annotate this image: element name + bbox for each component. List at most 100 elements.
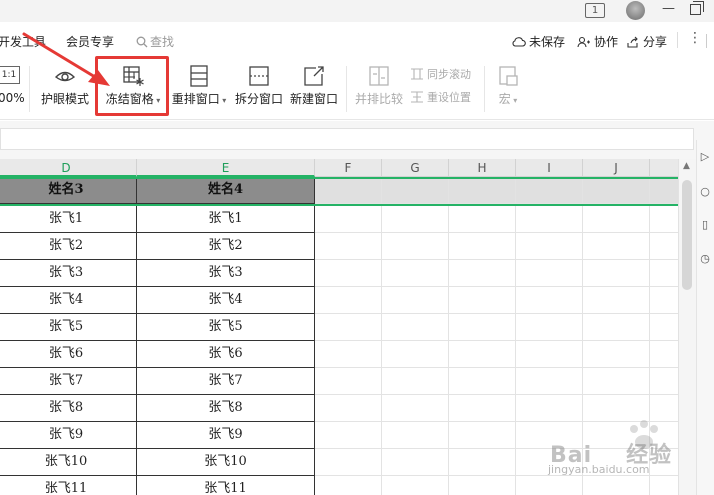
empty-cell[interactable] (583, 206, 650, 233)
empty-cell[interactable] (583, 177, 650, 204)
empty-cell[interactable] (516, 260, 583, 287)
empty-cell[interactable] (382, 368, 449, 395)
scrollbar-thumb[interactable] (682, 180, 692, 290)
empty-cell[interactable] (315, 341, 382, 368)
empty-cell[interactable] (516, 233, 583, 260)
empty-cell[interactable] (516, 314, 583, 341)
empty-cell[interactable] (583, 314, 650, 341)
arrange-windows-button[interactable]: 重排窗口 ▾ (170, 58, 228, 118)
empty-cell[interactable] (315, 287, 382, 314)
empty-cell[interactable] (315, 449, 382, 476)
column-header-i[interactable]: I (516, 159, 583, 177)
empty-cell[interactable] (516, 341, 583, 368)
table-cell[interactable]: 张飞11 (0, 476, 137, 495)
empty-cell[interactable] (650, 177, 678, 204)
share-button[interactable]: 分享 (626, 33, 667, 50)
table-cell[interactable]: 张飞8 (0, 395, 137, 422)
empty-cell[interactable] (449, 260, 516, 287)
sheet-tool-icon[interactable]: ▯ (699, 218, 711, 232)
empty-cell[interactable] (583, 368, 650, 395)
table-cell[interactable]: 张飞9 (0, 422, 137, 449)
empty-cell[interactable] (449, 368, 516, 395)
empty-cell[interactable] (315, 260, 382, 287)
table-cell[interactable]: 张飞1 (137, 206, 315, 233)
empty-cell[interactable] (449, 206, 516, 233)
table-cell[interactable]: 张飞10 (137, 449, 315, 476)
empty-cell[interactable] (650, 314, 678, 341)
search-field[interactable]: 查找 (136, 33, 174, 50)
zoom-1to1-button[interactable]: 1:1 (0, 66, 20, 84)
table-cell[interactable]: 张飞8 (137, 395, 315, 422)
empty-cell[interactable] (382, 314, 449, 341)
table-cell[interactable]: 张飞3 (0, 260, 137, 287)
table-cell[interactable]: 张飞11 (137, 476, 315, 495)
empty-cell[interactable] (583, 287, 650, 314)
empty-cell[interactable] (516, 206, 583, 233)
table-cell[interactable]: 张飞2 (0, 233, 137, 260)
table-cell[interactable]: 张飞5 (137, 314, 315, 341)
empty-cell[interactable] (650, 368, 678, 395)
empty-cell[interactable] (382, 206, 449, 233)
empty-cell[interactable] (315, 368, 382, 395)
table-cell[interactable]: 张飞7 (0, 368, 137, 395)
header-cell[interactable]: 姓名3 (0, 177, 137, 204)
clock-icon[interactable]: ◷ (699, 252, 711, 266)
table-cell[interactable]: 张飞5 (0, 314, 137, 341)
empty-cell[interactable] (315, 395, 382, 422)
empty-cell[interactable] (382, 395, 449, 422)
minimize-icon[interactable]: — (662, 1, 675, 16)
empty-cell[interactable] (382, 260, 449, 287)
new-window-button[interactable]: 新建窗口 (288, 58, 340, 118)
column-header-k[interactable] (650, 159, 678, 177)
empty-cell[interactable] (315, 177, 382, 204)
empty-cell[interactable] (449, 449, 516, 476)
empty-cell[interactable] (516, 177, 583, 204)
empty-cell[interactable] (650, 206, 678, 233)
style-tool-icon[interactable]: ○ (699, 185, 711, 199)
empty-cell[interactable] (449, 177, 516, 204)
empty-cell[interactable] (650, 341, 678, 368)
formula-input[interactable] (0, 128, 694, 150)
split-window-button[interactable]: 拆分窗口 (234, 58, 284, 118)
collab-button[interactable]: 协作 (577, 33, 618, 50)
empty-cell[interactable] (650, 260, 678, 287)
column-header-j[interactable]: J (583, 159, 650, 177)
header-cell[interactable]: 姓名4 (137, 177, 315, 204)
restore-window-icon[interactable] (690, 1, 704, 15)
table-cell[interactable]: 张飞4 (137, 287, 315, 314)
table-cell[interactable]: 张飞9 (137, 422, 315, 449)
sync-scroll-button[interactable]: 同步滚动 (410, 66, 471, 82)
empty-cell[interactable] (315, 476, 382, 495)
empty-cell[interactable] (449, 233, 516, 260)
table-cell[interactable]: 张飞6 (0, 341, 137, 368)
table-cell[interactable]: 张飞3 (137, 260, 315, 287)
empty-cell[interactable] (583, 233, 650, 260)
table-cell[interactable]: 张飞1 (0, 206, 137, 233)
empty-cell[interactable] (516, 287, 583, 314)
avatar[interactable] (626, 1, 645, 20)
empty-cell[interactable] (583, 341, 650, 368)
empty-cell[interactable] (650, 287, 678, 314)
empty-cell[interactable] (382, 177, 449, 204)
empty-cell[interactable] (382, 476, 449, 495)
table-cell[interactable]: 张飞4 (0, 287, 137, 314)
zoom-percent[interactable]: 00% (0, 91, 25, 105)
empty-cell[interactable] (382, 341, 449, 368)
empty-cell[interactable] (449, 314, 516, 341)
pointer-tool-icon[interactable]: ▷ (699, 150, 711, 164)
table-cell[interactable]: 张飞2 (137, 233, 315, 260)
empty-cell[interactable] (315, 314, 382, 341)
empty-cell[interactable] (583, 260, 650, 287)
empty-cell[interactable] (650, 233, 678, 260)
side-by-side-button[interactable]: 并排比较 (354, 58, 404, 118)
empty-cell[interactable] (315, 422, 382, 449)
empty-cell[interactable] (315, 206, 382, 233)
empty-cell[interactable] (449, 287, 516, 314)
empty-cell[interactable] (382, 233, 449, 260)
empty-cell[interactable] (449, 476, 516, 495)
empty-cell[interactable] (449, 395, 516, 422)
column-header-d[interactable]: D (0, 159, 137, 177)
empty-cell[interactable] (382, 287, 449, 314)
table-cell[interactable]: 张飞6 (137, 341, 315, 368)
column-header-f[interactable]: F (315, 159, 382, 177)
